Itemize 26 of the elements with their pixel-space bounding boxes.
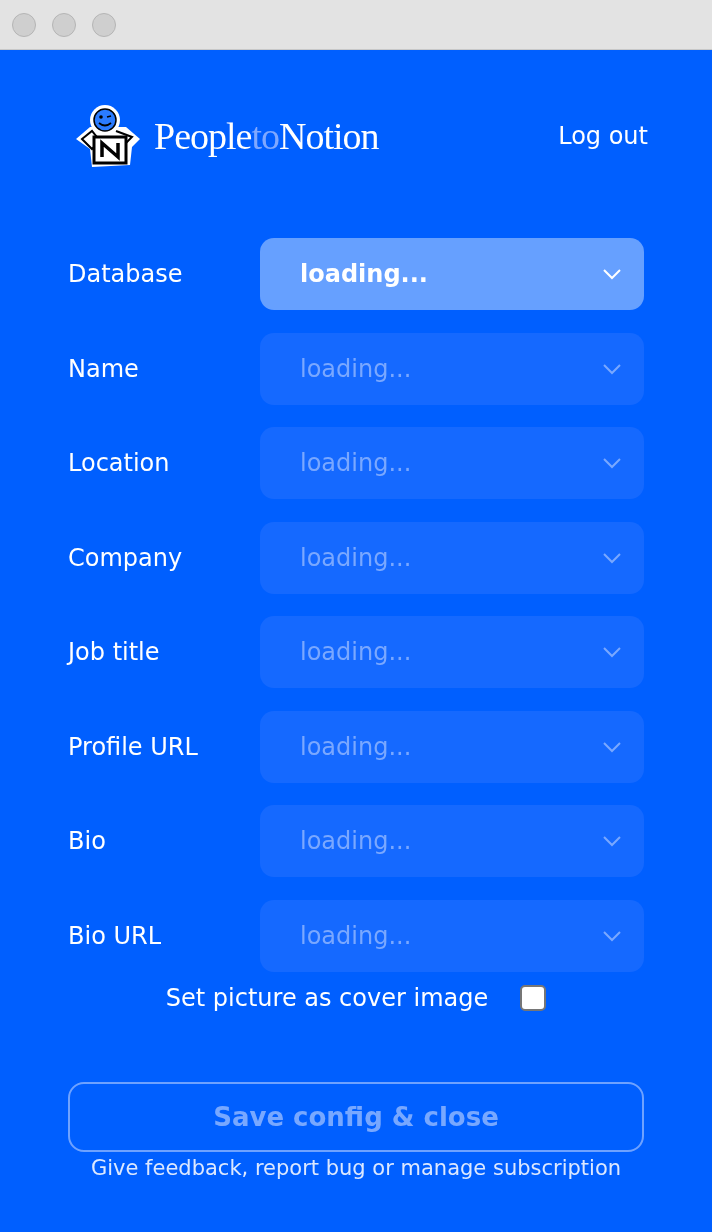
cover-image-checkbox[interactable] [520, 984, 547, 1011]
chevron-down-icon [602, 362, 622, 375]
chevron-down-icon [602, 551, 622, 564]
field-label: Location [68, 449, 171, 477]
field-label: Database [68, 260, 184, 288]
chevron-down-icon [602, 646, 622, 658]
field-label: Job title [68, 638, 161, 666]
chevron-down-icon [602, 268, 622, 280]
logout-link[interactable]: Log out [558, 122, 648, 150]
robot-box-logo-icon [74, 103, 142, 169]
chevron-down-icon [602, 457, 622, 469]
window-control-button[interactable] [92, 12, 116, 37]
chevron-down-icon [602, 835, 622, 847]
field-label: Name [68, 354, 140, 383]
field-label: Bio URL [68, 921, 163, 950]
field-label: Bio [68, 827, 107, 855]
field-label: Profile URL [68, 732, 199, 761]
app-logo-text: PeopletoNotion [154, 114, 379, 158]
window-control-button[interactable] [52, 12, 76, 37]
chevron-down-icon [602, 740, 622, 753]
field-label: Company [68, 543, 184, 572]
feedback-link[interactable]: Give feedback, report bug or manage subscription [90, 1155, 622, 1180]
chevron-down-icon [602, 929, 622, 942]
window-control-button[interactable] [12, 12, 36, 37]
cover-image-label: Set picture as cover image [165, 983, 489, 1012]
dropdown-select[interactable]: loading... [260, 238, 644, 310]
